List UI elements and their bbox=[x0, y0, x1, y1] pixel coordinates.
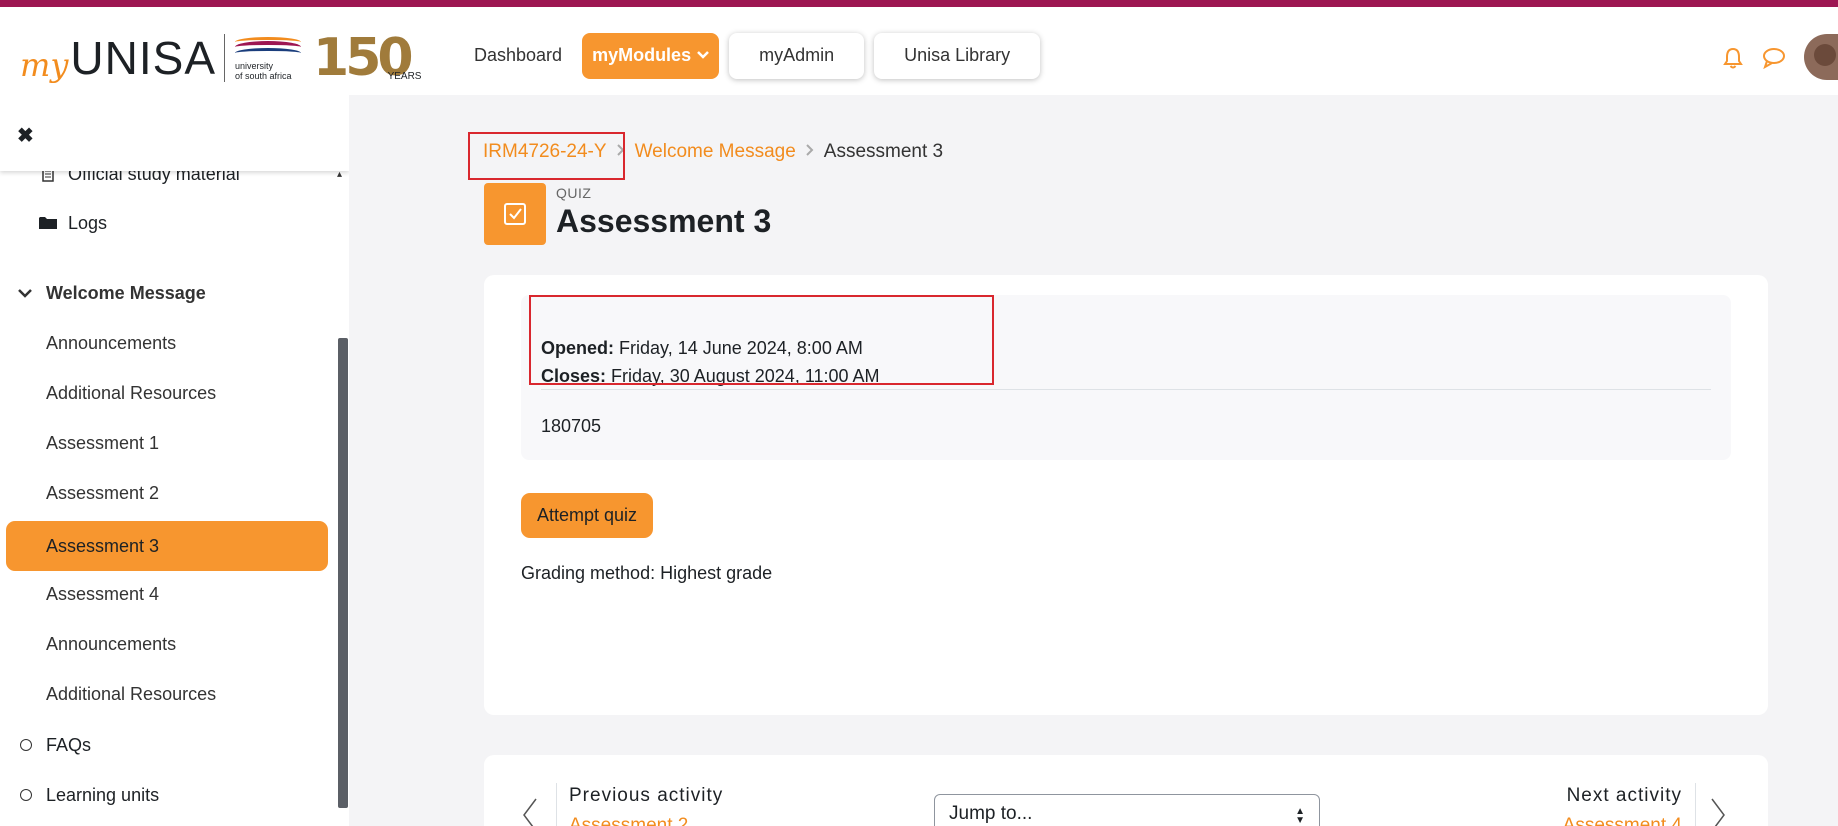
user-avatar[interactable] bbox=[1804, 34, 1838, 80]
annotation-highlight-course bbox=[468, 132, 625, 180]
sidebar-item-announcements-2[interactable]: Announcements bbox=[0, 619, 340, 669]
sidebar-item-label: Assessment 3 bbox=[46, 535, 160, 556]
sidebar-item-label: Announcements bbox=[46, 332, 177, 353]
logo-unisa: UNISA bbox=[70, 32, 217, 84]
sidebar-item-label: Assessment 4 bbox=[46, 583, 160, 604]
top-brand-strip bbox=[0, 0, 1838, 7]
jump-to-select[interactable]: Jump to... ▲ ▼ bbox=[934, 794, 1320, 826]
nav-unisa-library[interactable]: Unisa Library bbox=[874, 32, 1041, 79]
sidebar-item-assessment-1[interactable]: Assessment 1 bbox=[0, 418, 340, 468]
activity-navigation: Previous activity Assessment 2 Jump to..… bbox=[484, 755, 1768, 826]
sidebar-item-faqs[interactable]: FAQs bbox=[0, 720, 340, 770]
nav-mymodules-label: myModules bbox=[592, 45, 692, 65]
sidebar-item-label: Assessment 2 bbox=[46, 482, 160, 503]
sidebar-item-label: FAQs bbox=[46, 734, 92, 755]
sidebar-item-label: Logs bbox=[68, 212, 108, 233]
next-activity-label: Next activity bbox=[1566, 785, 1682, 806]
sidebar-item-additional-resources-2[interactable]: Additional Resources bbox=[0, 669, 340, 719]
activity-description: 180705 bbox=[541, 416, 602, 436]
quiz-icon bbox=[484, 183, 546, 245]
sidebar-item-announcements[interactable]: Announcements bbox=[0, 318, 340, 368]
course-index-drawer: ✖ Official study material Logs Welcome M… bbox=[0, 95, 349, 826]
university-logo-mark: university of south africa bbox=[231, 33, 303, 83]
folder-icon bbox=[38, 216, 58, 230]
breadcrumb-current: Assessment 3 bbox=[823, 141, 944, 162]
chevron-left-icon[interactable] bbox=[520, 795, 544, 826]
sidebar-item-learning-units[interactable]: Learning units bbox=[0, 770, 340, 820]
breadcrumb-section[interactable]: Welcome Message bbox=[635, 141, 796, 163]
sidebar-scrollbar-thumb[interactable] bbox=[338, 338, 348, 808]
chevron-down-icon[interactable] bbox=[18, 288, 32, 298]
attempt-quiz-button[interactable]: Attempt quiz bbox=[521, 493, 654, 538]
chevron-down-icon bbox=[697, 49, 709, 63]
page-title: Assessment 3 bbox=[556, 203, 772, 239]
top-navbar: my UNISA university of south africa 150 Y… bbox=[0, 7, 1838, 95]
nav-myadmin[interactable]: myAdmin bbox=[729, 32, 865, 79]
chat-icon[interactable] bbox=[1762, 47, 1786, 74]
sidebar-item-assessment-2[interactable]: Assessment 2 bbox=[0, 468, 340, 518]
sidebar-item-label: Assessment 1 bbox=[46, 432, 160, 453]
sidebar-section-label: Welcome Message bbox=[46, 282, 206, 303]
sidebar-item-additional-resources[interactable]: Additional Resources bbox=[0, 368, 340, 418]
logo-separator bbox=[224, 34, 226, 82]
activity-type-label: QUIZ bbox=[556, 185, 592, 201]
nav-dashboard[interactable]: Dashboard bbox=[464, 31, 572, 80]
user-menu-area bbox=[1722, 34, 1838, 80]
next-activity-link[interactable]: Assessment 4 bbox=[1563, 815, 1682, 826]
sidebar-item-label: Learning units bbox=[46, 784, 160, 805]
sidebar-item-logs[interactable]: Logs bbox=[0, 198, 340, 248]
drawer-header: ✖ bbox=[0, 95, 349, 171]
logo-my: my bbox=[20, 46, 69, 84]
nav-mymodules-dropdown[interactable]: myModules bbox=[582, 32, 720, 79]
divider bbox=[556, 783, 557, 826]
circle-icon bbox=[20, 739, 32, 751]
divider bbox=[1695, 783, 1696, 826]
150-years-logo: 150 YEARS bbox=[313, 28, 422, 88]
chevron-right-icon[interactable] bbox=[1708, 795, 1732, 826]
sidebar-section-welcome-message[interactable]: Welcome Message bbox=[0, 268, 340, 318]
select-arrows-icon: ▲ ▼ bbox=[1295, 806, 1305, 826]
sidebar-item-label: Announcements bbox=[46, 633, 177, 654]
previous-activity-link[interactable]: Assessment 2 bbox=[569, 815, 688, 826]
previous-activity-label: Previous activity bbox=[569, 785, 724, 806]
sidebar-item-label: Additional Resources bbox=[46, 382, 217, 403]
scroll-up-icon[interactable]: ▴ bbox=[337, 169, 342, 180]
sidebar-item-assessment-4[interactable]: Assessment 4 bbox=[0, 569, 340, 619]
bell-icon[interactable] bbox=[1722, 47, 1744, 74]
myunisa-logo[interactable]: my UNISA university of south africa 150 Y… bbox=[20, 23, 421, 93]
primary-nav: Dashboard myModules myAdmin Unisa Librar… bbox=[464, 31, 1041, 80]
chevron-right-icon bbox=[806, 143, 814, 161]
sidebar-item-label: Additional Resources bbox=[46, 683, 217, 704]
annotation-highlight-dates bbox=[529, 295, 994, 385]
divider bbox=[541, 389, 1711, 390]
grading-method: Grading method: Highest grade bbox=[521, 563, 773, 583]
circle-icon bbox=[20, 789, 32, 801]
close-icon[interactable]: ✖ bbox=[17, 123, 34, 148]
sidebar-item-assessment-3[interactable]: Assessment 3 bbox=[6, 521, 328, 571]
jump-to-value: Jump to... bbox=[949, 803, 1033, 824]
